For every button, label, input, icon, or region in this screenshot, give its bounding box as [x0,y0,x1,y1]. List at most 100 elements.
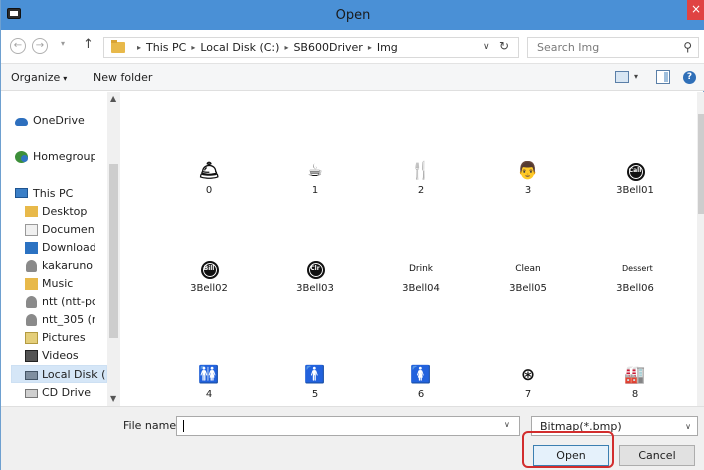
file-name-input[interactable] [176,416,520,436]
scroll-down-icon[interactable]: ▼ [110,394,116,403]
up-arrow-icon[interactable]: ↑ [83,37,94,52]
recent-locations-button[interactable]: ▾ [61,39,65,48]
search-input[interactable]: Search Img ⚲ [527,37,699,58]
file-item[interactable]: Call 3Bell01 [603,158,667,196]
breadcrumb-sb600driver[interactable]: SB600Driver [293,41,362,54]
file-list-scrollbar[interactable] [697,92,704,406]
file-item[interactable]: Clean 3Bell05 [496,256,560,294]
network-user-icon [26,296,37,308]
no-smoking-icon: ⊛ [515,362,541,388]
scrollbar-thumb[interactable] [698,114,704,214]
nav-item-label: Desktop [42,205,88,218]
breadcrumb-img[interactable]: Img [377,41,398,54]
organize-label: Organize [11,71,61,84]
file-glyph-text: Clr [310,265,320,272]
organize-button[interactable]: Organize ▾ [11,71,67,84]
file-glyph: ⊛ [520,365,536,385]
file-item[interactable]: 🚻 4 [177,362,241,400]
nav-item-documents[interactable]: Documents [1,221,95,239]
music-icon [25,278,38,290]
file-item[interactable]: 🍴 2 [389,158,453,196]
scroll-up-icon[interactable]: ▲ [110,94,116,103]
scrollbar-thumb[interactable] [109,164,118,338]
file-glyph: 🚻 [198,365,220,385]
file-item[interactable]: Clr 3Bell03 [283,256,347,294]
file-item[interactable]: ⊛ 7 [496,362,560,400]
nav-item-label: CD Drive (E:) [42,386,95,399]
man-icon: 🚹 [302,362,328,388]
file-glyph-text: Bill [203,265,215,272]
view-options-chevron-icon[interactable]: ▾ [634,72,638,81]
breadcrumb-separator[interactable]: ▸ [284,43,288,52]
preview-pane-icon[interactable] [656,70,670,84]
cancel-button[interactable]: Cancel [619,445,695,466]
bell-icon: 🛎 [196,158,222,184]
nav-item-desktop[interactable]: Desktop [1,203,95,221]
search-icon[interactable]: ⚲ [683,40,692,54]
breadcrumb-local-disk[interactable]: Local Disk (C:) [200,41,279,54]
file-glyph: Call [622,158,648,184]
file-name: 1 [311,185,319,196]
file-glyph: 👨 [517,161,539,181]
downloads-icon [25,242,38,254]
file-item[interactable]: 🏭 8 [603,362,667,400]
file-item[interactable]: Drink 3Bell04 [389,256,453,294]
chevron-down-icon: ▾ [63,74,68,83]
file-glyph: 🚹 [304,365,326,385]
file-item[interactable]: Bill 3Bell02 [177,256,241,294]
forward-button[interactable]: → [32,38,48,54]
file-item[interactable]: ☕ 1 [283,158,347,196]
file-name: 7 [524,389,532,400]
file-name: 3 [524,185,532,196]
file-name-dropdown-icon[interactable]: ∨ [504,420,510,429]
nav-item-videos[interactable]: Videos [1,347,95,365]
folder-icon [111,40,125,53]
new-folder-button[interactable]: New folder [93,71,152,84]
file-item[interactable]: 🚹 5 [283,362,347,400]
nav-item-label: Downloads [42,241,95,254]
breadcrumb-this-pc[interactable]: This PC [146,41,186,54]
file-item[interactable]: 🚺 6 [389,362,453,400]
nav-item-ntt[interactable]: ntt (ntt-pc) [1,293,95,311]
breadcrumb-separator[interactable]: ▸ [137,43,141,52]
nav-item-homegroup[interactable]: Homegroup [1,148,95,166]
nav-item-ntt-305[interactable]: ntt_305 (ntt_305- [1,311,95,329]
call-button-icon: Call [622,158,648,184]
help-icon[interactable]: ? [683,71,696,84]
text-cursor [183,420,184,432]
file-item[interactable]: 👨 3 [496,158,560,196]
close-button[interactable]: × [687,0,704,20]
back-button[interactable]: ← [10,38,26,54]
file-name: 3Bell01 [616,185,654,196]
file-item[interactable]: Dessert 3Bell06 [603,256,667,294]
nav-item-label: Videos [42,349,79,362]
nav-pane-scrollbar[interactable]: ▲ ▼ [107,92,120,406]
nav-item-onedrive[interactable]: OneDrive [1,112,95,130]
file-glyph: Clr [302,256,328,282]
breadcrumb-separator[interactable]: ▸ [191,43,195,52]
refresh-icon[interactable]: ↻ [499,39,509,53]
file-item[interactable]: 🛎 0 [177,158,241,196]
nav-item-pictures[interactable]: Pictures [1,329,95,347]
file-name: 8 [631,389,639,400]
nav-item-music[interactable]: Music [1,275,95,293]
nav-item-label: Pictures [42,331,86,344]
address-dropdown-icon[interactable]: ∨ [483,42,490,52]
toolbar: Organize ▾ New folder ▾ ? [1,64,704,91]
nav-item-local-disk[interactable]: Local Disk (C:) [11,365,107,383]
nav-item-this-pc[interactable]: This PC [1,185,95,203]
this-pc-icon [15,188,28,198]
breadcrumb-separator[interactable]: ▸ [368,43,372,52]
file-name: 3Bell06 [616,283,654,294]
nav-item-cd-drive[interactable]: CD Drive (E:) [1,384,95,402]
file-glyph: Bill [196,256,222,282]
file-glyph-text: Call [628,167,642,174]
nav-item-label: Homegroup [33,150,95,163]
change-view-icon[interactable] [615,71,629,83]
nav-item-kakaruno[interactable]: kakaruno (kakaru [1,257,95,275]
chef-hat-icon: 👨 [515,158,541,184]
address-box[interactable]: ▸ This PC ▸ Local Disk (C:) ▸ SB600Driver ▸ Img [103,37,519,58]
address-bar-row: ← → ▾ ↑ ▸ This PC ▸ Local Disk (C:) ▸ SB600Dr… [1,30,704,64]
nav-item-downloads[interactable]: Downloads [1,239,95,257]
file-name: 2 [417,185,425,196]
